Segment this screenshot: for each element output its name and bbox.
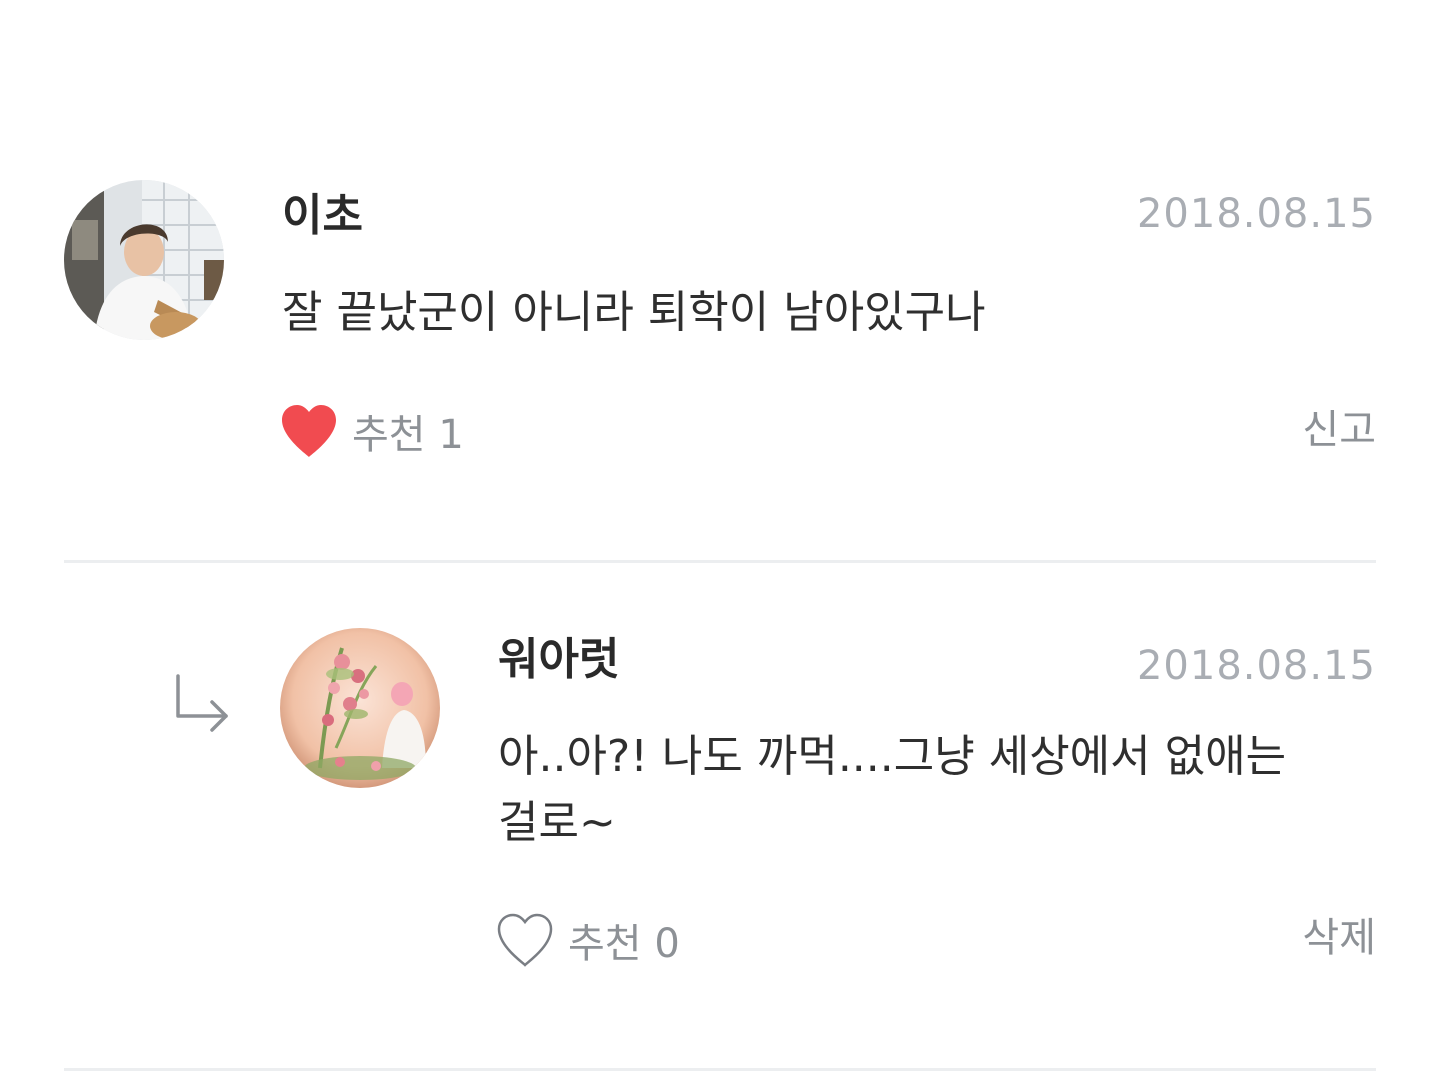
like-count: 1 — [438, 412, 464, 458]
like-label: 추천 1 — [352, 412, 464, 458]
like-button[interactable]: 추천 1 — [280, 401, 464, 461]
like-button[interactable]: 추천 0 — [496, 910, 680, 970]
comment-list: 이초 2018.08.15 잘 끝났군이 아니라 퇴학이 남아있구나 추천 1 … — [0, 0, 1440, 1080]
comment-text: 아..아?! 나도 까먹....그냥 세상에서 없애는 걸로~ — [498, 731, 1287, 848]
heart-filled-icon — [282, 405, 336, 457]
username[interactable]: 이초 — [282, 194, 363, 238]
user-avatar[interactable] — [64, 180, 224, 340]
report-link[interactable]: 신고 — [1302, 410, 1376, 450]
comment-date: 2018.08.15 — [1136, 643, 1376, 689]
username[interactable]: 워아럿 — [498, 638, 619, 682]
comment-date: 2018.08.15 — [1136, 191, 1376, 237]
like-label: 추천 0 — [568, 921, 680, 967]
reply-arrow-icon — [176, 674, 228, 732]
heart-outline-icon — [497, 913, 553, 967]
like-count: 0 — [654, 921, 680, 967]
comment-text: 잘 끝났군이 아니라 퇴학이 남아있구나 — [282, 287, 986, 338]
user-avatar[interactable] — [280, 628, 440, 788]
divider — [64, 560, 1376, 563]
delete-link[interactable]: 삭제 — [1302, 918, 1376, 958]
divider — [64, 1068, 1376, 1071]
